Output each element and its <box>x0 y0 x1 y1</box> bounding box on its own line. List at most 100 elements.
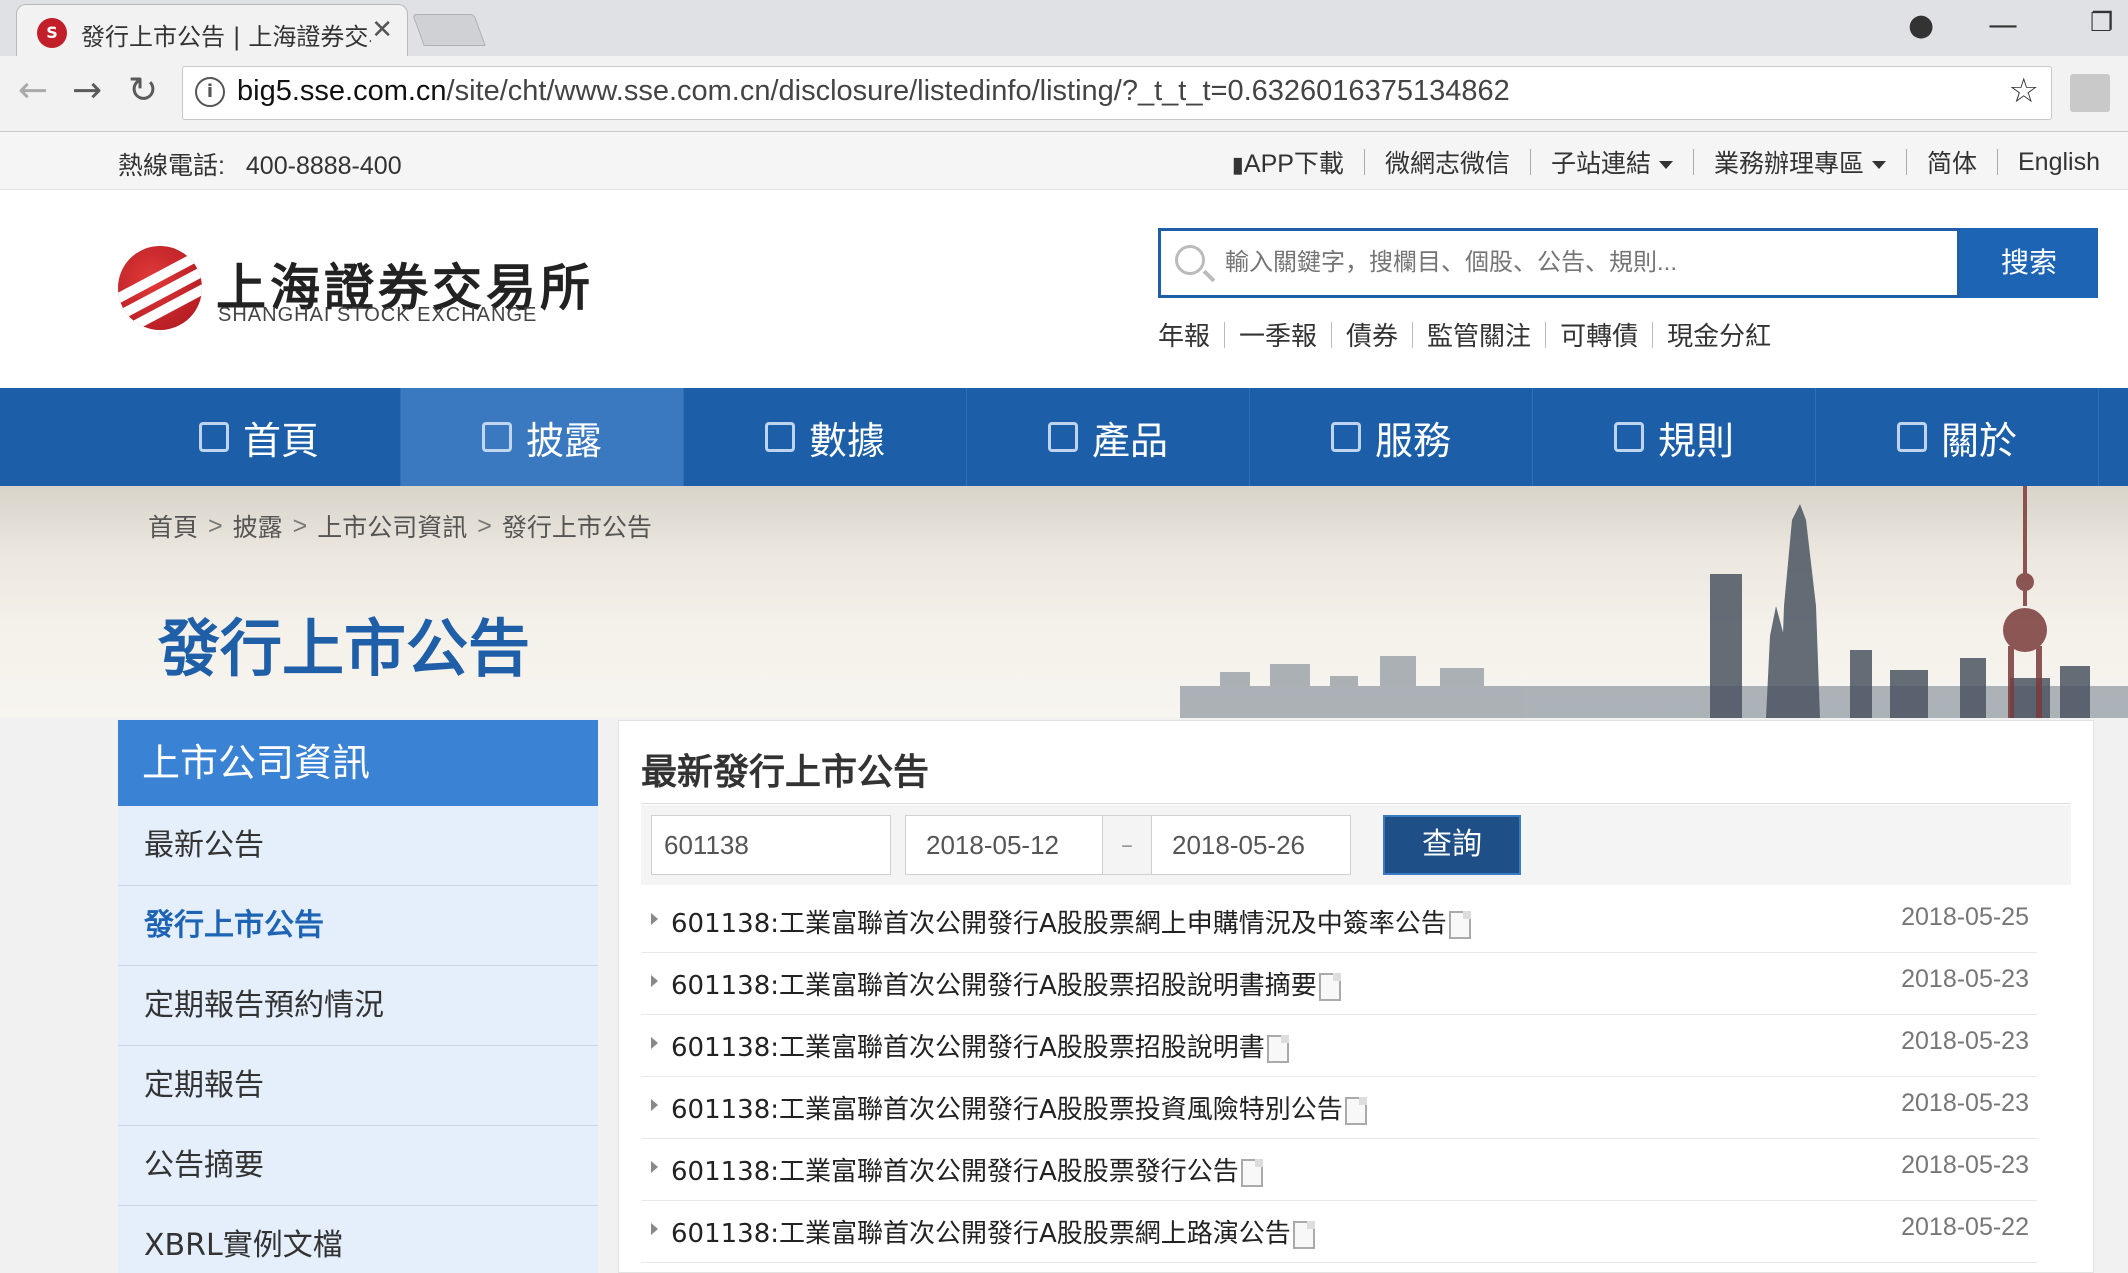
search-icon <box>1175 245 1205 275</box>
sidebar-item-latest[interactable]: 最新公告 <box>118 806 598 886</box>
pdf-icon[interactable] <box>1448 910 1471 939</box>
account-icon[interactable]: ● <box>1908 8 1934 43</box>
announcement-date: 2018-05-23 <box>1901 965 2029 993</box>
browser-toolbar: ← → ↻ i big5.sse.com.cn/site/cht/www.sse… <box>0 56 2128 132</box>
url-path: /site/cht/www.sse.com.cn/disclosure/list… <box>446 75 1510 107</box>
nav-item-services[interactable]: 服務 <box>1250 388 1533 486</box>
chevron-right-icon: > <box>208 511 223 540</box>
back-icon[interactable]: ← <box>18 70 48 111</box>
search-box <box>1158 228 1960 298</box>
sidebar-item-listing[interactable]: 發行上市公告 <box>118 886 598 966</box>
business-dropdown[interactable]: 業務辦理專區 <box>1714 144 1886 180</box>
bullet-triangle-icon <box>651 1161 658 1173</box>
hotword-bonds[interactable]: 債券 <box>1346 316 1398 353</box>
announcement-link[interactable]: 601138:工業富聯首次公開發行A股股票網上申購情況及中簽率公告 <box>671 903 1471 940</box>
divider <box>1997 149 1998 175</box>
sidebar-item-xbrl[interactable]: XBRL實例文檔 <box>118 1206 598 1273</box>
pdf-icon[interactable] <box>1318 972 1341 1001</box>
hotline-label: 熱線電話: <box>118 152 225 180</box>
app-download-label: APP下載 <box>1243 150 1344 178</box>
date-range-separator: – <box>1101 815 1153 875</box>
new-tab-button[interactable] <box>412 14 486 46</box>
address-bar[interactable]: i big5.sse.com.cn/site/cht/www.sse.com.c… <box>182 66 2052 120</box>
simplified-link[interactable]: 简体 <box>1927 144 1977 180</box>
nav-label: 關於 <box>1940 418 2017 463</box>
chevron-down-icon <box>1658 161 1673 170</box>
breadcrumb-disclosure[interactable]: 披露 <box>233 508 283 544</box>
announcement-date: 2018-05-23 <box>1901 1151 2029 1179</box>
bullet-triangle-icon <box>651 975 658 987</box>
data-icon <box>764 422 795 452</box>
pdf-icon[interactable] <box>1266 1034 1289 1063</box>
english-link[interactable]: English <box>2018 148 2100 177</box>
hotword-q1-report[interactable]: 一季報 <box>1239 316 1317 353</box>
extension-icon[interactable] <box>2070 74 2110 112</box>
browser-tab[interactable]: S 發行上市公告 | 上海證券交易所 ✕ <box>16 4 408 56</box>
phone-icon: ▮ <box>1231 152 1244 177</box>
pdf-icon[interactable] <box>1344 1096 1367 1125</box>
breadcrumb-home[interactable]: 首頁 <box>148 508 198 544</box>
announcement-link[interactable]: 601138:工業富聯首次公開發行A股股票網上路演公告 <box>671 1213 1315 1250</box>
breadcrumb-company-info[interactable]: 上市公司資訊 <box>317 508 467 544</box>
hotword-regulatory[interactable]: 監管關注 <box>1427 316 1531 353</box>
nav-label: 首頁 <box>242 418 319 463</box>
announcement-link[interactable]: 601138:工業富聯首次公開發行A股股票發行公告 <box>671 1151 1263 1188</box>
pdf-icon[interactable] <box>1292 1220 1315 1249</box>
sse-favicon-icon: S <box>37 18 67 48</box>
hotword-annual-report[interactable]: 年報 <box>1158 316 1210 353</box>
scale-icon <box>1613 422 1644 452</box>
query-button[interactable]: 查詢 <box>1383 815 1521 875</box>
book-icon <box>1896 422 1927 452</box>
announcement-title: 601138:工業富聯首次公開發行A股股票發行公告 <box>671 1157 1239 1187</box>
divider <box>1652 321 1654 348</box>
nav-item-rules[interactable]: 規則 <box>1533 388 1816 486</box>
hot-keywords: 年報 一季報 債券 監管關注 可轉債 現金分紅 <box>1158 316 1771 353</box>
list-item: 601138:工業富聯首次公開發行A股股票網上申購情況及中簽率公告 2018-0… <box>641 891 2037 953</box>
hotword-dividends[interactable]: 現金分紅 <box>1667 316 1771 353</box>
search-input[interactable] <box>1225 245 1945 281</box>
announcement-link[interactable]: 601138:工業富聯首次公開發行A股股票招股說明書 <box>671 1027 1289 1064</box>
date-to-input[interactable]: 2018-05-26 <box>1151 815 1351 875</box>
announcement-title: 601138:工業富聯首次公開發行A股股票網上申購情況及中簽率公告 <box>671 909 1447 939</box>
sse-logo-icon[interactable] <box>118 246 202 330</box>
chevron-down-icon <box>1871 161 1886 170</box>
announcement-link[interactable]: 601138:工業富聯首次公開發行A股股票投資風險特別公告 <box>671 1089 1367 1126</box>
sidebar-item-report-schedule[interactable]: 定期報告預約情況 <box>118 966 598 1046</box>
business-label: 業務辦理專區 <box>1713 150 1864 178</box>
nav-item-data[interactable]: 數據 <box>684 388 967 486</box>
weibo-link[interactable]: 微網志微信 <box>1385 144 1510 180</box>
minimize-icon[interactable]: — <box>1988 8 2018 43</box>
reload-icon[interactable]: ↻ <box>128 70 158 111</box>
nav-item-products[interactable]: 產品 <box>967 388 1250 486</box>
divider <box>1692 149 1694 175</box>
document-icon <box>481 422 512 452</box>
logo-english: SHANGHAI STOCK EXCHANGE <box>218 304 538 326</box>
subsites-dropdown[interactable]: 子站連結 <box>1551 144 1673 180</box>
hotword-convertible[interactable]: 可轉債 <box>1560 316 1638 353</box>
search-button[interactable]: 搜索 <box>1960 228 2098 298</box>
restore-icon[interactable]: ❐ <box>2090 8 2113 38</box>
date-from-input[interactable]: 2018-05-12 <box>905 815 1103 875</box>
sidebar-item-periodic-reports[interactable]: 定期報告 <box>118 1046 598 1126</box>
announcement-title: 601138:工業富聯首次公開發行A股股票招股說明書 <box>671 1033 1265 1063</box>
list-item: 601138:工業富聯首次公開發行A股股票網上路演公告 2018-05-22 <box>641 1201 2037 1263</box>
sidebar-item-summaries[interactable]: 公告摘要 <box>118 1126 598 1206</box>
nav-item-about[interactable]: 關於 <box>1816 388 2099 486</box>
stock-code-input[interactable]: 601138 <box>651 815 891 875</box>
forward-icon[interactable]: → <box>72 70 102 111</box>
bookmark-star-icon[interactable]: ☆ <box>2009 71 2039 111</box>
nav-item-disclosure[interactable]: 披露 <box>401 388 684 486</box>
pdf-icon[interactable] <box>1240 1158 1263 1187</box>
tab-close-icon[interactable]: ✕ <box>371 15 393 45</box>
url-text[interactable]: big5.sse.com.cn/site/cht/www.sse.com.cn/… <box>237 75 1510 108</box>
breadcrumb-current: 發行上市公告 <box>501 514 652 542</box>
divider <box>1529 149 1531 175</box>
divider <box>1331 321 1333 348</box>
announcement-date: 2018-05-23 <box>1901 1027 2029 1055</box>
site-info-icon[interactable]: i <box>195 77 225 107</box>
chevron-right-icon: > <box>477 511 492 540</box>
nav-item-home[interactable]: 首頁 <box>118 388 401 486</box>
app-download-link[interactable]: ▮APP下載 <box>1232 144 1344 180</box>
announcement-date: 2018-05-23 <box>1901 1089 2029 1117</box>
announcement-link[interactable]: 601138:工業富聯首次公開發行A股股票招股說明書摘要 <box>671 965 1341 1002</box>
